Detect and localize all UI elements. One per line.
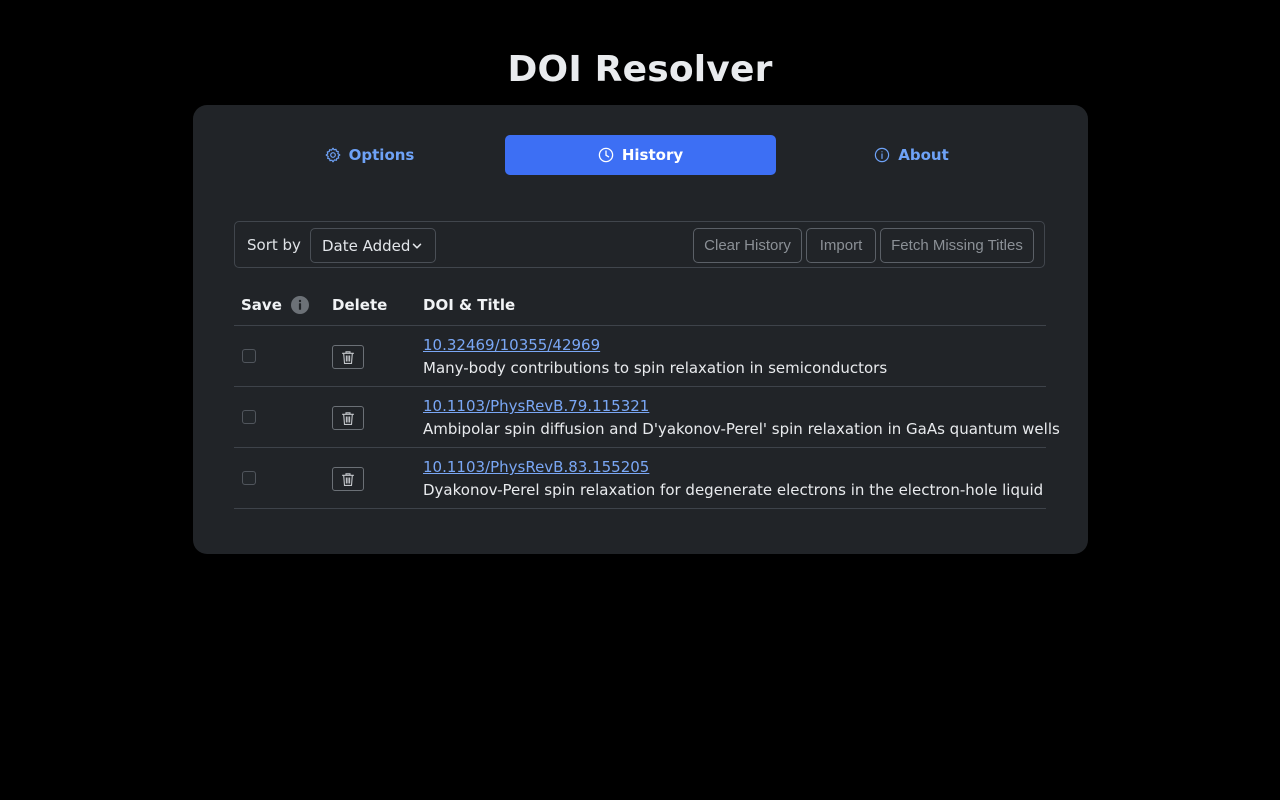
table-header: Save Delete DOI & Title <box>234 285 1046 326</box>
history-table: Save Delete DOI & Title <box>234 285 1046 509</box>
delete-button[interactable] <box>332 467 364 491</box>
tab-options[interactable]: Options <box>234 135 505 175</box>
gear-icon <box>325 147 341 163</box>
import-button[interactable]: Import <box>806 228 876 263</box>
delete-button[interactable] <box>332 406 364 430</box>
table-row: 10.1103/PhysRevB.83.155205 Dyakonov-Pere… <box>234 448 1046 509</box>
fetch-missing-titles-button[interactable]: Fetch Missing Titles <box>880 228 1034 263</box>
doi-link[interactable]: 10.1103/PhysRevB.79.115321 <box>423 396 649 416</box>
tab-about[interactable]: About <box>776 135 1047 175</box>
table-row: 10.32469/10355/42969 Many-body contribut… <box>234 326 1046 387</box>
doi-link[interactable]: 10.32469/10355/42969 <box>423 335 600 355</box>
doi-title: Dyakonov-Perel spin relaxation for degen… <box>423 480 1043 500</box>
doi-title: Many-body contributions to spin relaxati… <box>423 358 887 378</box>
trash-icon <box>341 472 355 487</box>
info-icon[interactable] <box>291 296 309 314</box>
clock-icon <box>598 147 614 163</box>
delete-button[interactable] <box>332 345 364 369</box>
tab-about-label: About <box>898 146 949 164</box>
sort-select-value: Date Added <box>322 237 410 255</box>
chevron-down-icon <box>411 240 423 252</box>
sort-select[interactable]: Date Added <box>310 228 436 263</box>
sort-label: Sort by <box>247 222 301 269</box>
app-title: DOI Resolver <box>0 46 1280 94</box>
save-header: Save <box>241 285 309 325</box>
save-header-label: Save <box>241 285 282 325</box>
tab-history[interactable]: History <box>505 135 776 175</box>
clear-history-button[interactable]: Clear History <box>693 228 802 263</box>
save-checkbox[interactable] <box>242 410 256 424</box>
tab-history-label: History <box>622 146 683 164</box>
table-row: 10.1103/PhysRevB.79.115321 Ambipolar spi… <box>234 387 1046 448</box>
doi-title-header: DOI & Title <box>423 285 515 325</box>
save-checkbox[interactable] <box>242 349 256 363</box>
trash-icon <box>341 350 355 365</box>
main-panel: Options History About Sort by <box>193 105 1088 554</box>
doi-title: Ambipolar spin diffusion and D'yakonov-P… <box>423 419 1060 439</box>
delete-header: Delete <box>332 285 387 325</box>
doi-link[interactable]: 10.1103/PhysRevB.83.155205 <box>423 457 649 477</box>
info-icon <box>874 147 890 163</box>
history-toolbar: Sort by Date Added Clear History Import … <box>234 221 1045 268</box>
tab-options-label: Options <box>349 146 415 164</box>
trash-icon <box>341 411 355 426</box>
tab-bar: Options History About <box>234 135 1046 175</box>
save-checkbox[interactable] <box>242 471 256 485</box>
